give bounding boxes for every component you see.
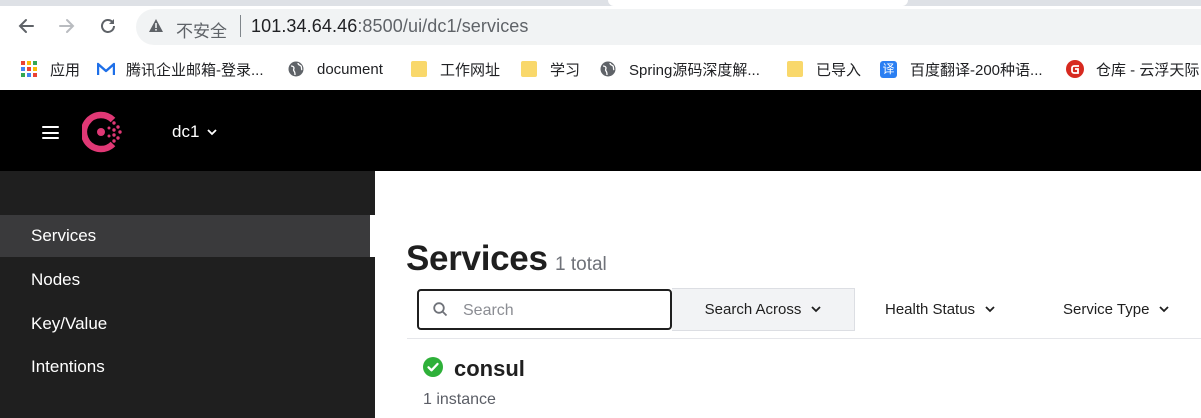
apps-grid-icon bbox=[21, 61, 37, 77]
sidebar-item-label: Nodes bbox=[31, 270, 81, 289]
forward-arrow-icon bbox=[59, 19, 75, 33]
globe-icon bbox=[600, 61, 616, 77]
search-across-label: Search Across bbox=[704, 301, 802, 318]
menu-icon[interactable] bbox=[42, 126, 59, 139]
bookmark-folder-work[interactable]: 工作网址 bbox=[411, 58, 500, 80]
bookmark-label: 学习 bbox=[550, 61, 581, 79]
reload-button[interactable] bbox=[92, 10, 124, 42]
sidebar-item-label: Intentions bbox=[31, 357, 105, 376]
service-name-link[interactable]: consul bbox=[454, 356, 525, 382]
globe-icon bbox=[288, 61, 304, 77]
bookmark-folder-study[interactable]: 学习 bbox=[521, 58, 580, 80]
divider bbox=[407, 338, 1201, 339]
reload-icon bbox=[101, 19, 115, 33]
insecure-label[interactable]: 不安全 bbox=[176, 17, 227, 42]
gitee-icon bbox=[1066, 60, 1084, 78]
back-arrow-icon bbox=[18, 19, 34, 33]
sidebar-item-services[interactable]: Services bbox=[0, 215, 370, 257]
sidebar: Services Nodes Key/Value Intentions bbox=[0, 171, 375, 418]
bookmark-label: 腾讯企业邮箱-登录... bbox=[126, 61, 264, 79]
chevron-down-icon bbox=[207, 128, 218, 135]
browser-toolbar: 不安全 101.34.64.46:8500/ui/dc1/services bbox=[0, 6, 1201, 46]
service-count: 1 total bbox=[555, 254, 607, 275]
filter-bar: Search Across Health Status Service Type bbox=[417, 288, 1201, 338]
url-path: :8500/ui/dc1/services bbox=[357, 16, 529, 36]
sidebar-item-nodes[interactable]: Nodes bbox=[0, 259, 370, 301]
main-content: Services 1 total Search Across Health St… bbox=[375, 171, 1201, 418]
folder-icon bbox=[521, 61, 537, 77]
url-host: 101.34.64.46 bbox=[251, 16, 358, 36]
bookmark-label: 应用 bbox=[50, 61, 81, 79]
url-text[interactable]: 101.34.64.46:8500/ui/dc1/services bbox=[251, 16, 529, 37]
sidebar-item-key-value[interactable]: Key/Value bbox=[0, 303, 370, 345]
chevron-down-icon bbox=[811, 306, 821, 313]
folder-icon bbox=[787, 61, 803, 77]
bookmark-label: 已导入 bbox=[816, 61, 862, 79]
folder-icon bbox=[411, 61, 427, 77]
address-bar[interactable]: 不安全 101.34.64.46:8500/ui/dc1/services bbox=[136, 9, 1201, 45]
bookmark-label: 百度翻译-200种语... bbox=[910, 61, 1043, 79]
bookmark-document[interactable]: document bbox=[288, 58, 383, 80]
bookmark-apps[interactable]: 应用 bbox=[21, 58, 80, 80]
mail-icon bbox=[97, 62, 115, 75]
search-icon bbox=[433, 302, 448, 317]
bookmarks-bar: 应用 腾讯企业邮箱-登录... document 工作网址 学习 Spring源… bbox=[0, 46, 1201, 90]
datacenter-label: dc1 bbox=[172, 122, 200, 141]
search-box[interactable] bbox=[417, 289, 672, 330]
health-status-dropdown[interactable]: Health Status bbox=[885, 288, 995, 331]
consul-logo-icon[interactable] bbox=[82, 111, 124, 153]
instance-count: 1 instance bbox=[423, 391, 496, 408]
page-title: Services bbox=[406, 239, 548, 278]
bookmark-gitee[interactable]: 仓库 - 云浮天际 bbox=[1066, 58, 1199, 80]
service-type-label: Service Type bbox=[1063, 301, 1150, 318]
omnibox-divider bbox=[240, 15, 241, 37]
bookmark-label: Spring源码深度解... bbox=[629, 61, 760, 79]
bookmark-tencent-mail[interactable]: 腾讯企业邮箱-登录... bbox=[97, 58, 264, 80]
forward-button[interactable] bbox=[51, 10, 83, 42]
search-input[interactable] bbox=[461, 299, 665, 323]
sidebar-item-intentions[interactable]: Intentions bbox=[0, 346, 370, 388]
chevron-down-icon bbox=[985, 306, 995, 313]
back-button[interactable] bbox=[10, 10, 42, 42]
bookmark-label: 工作网址 bbox=[440, 61, 501, 79]
check-circle-icon bbox=[423, 357, 443, 377]
warning-icon[interactable] bbox=[148, 18, 164, 33]
sidebar-item-label: Services bbox=[31, 226, 97, 245]
chevron-down-icon bbox=[1159, 306, 1170, 313]
search-across-dropdown[interactable]: Search Across bbox=[672, 288, 855, 331]
bookmark-label: document bbox=[317, 60, 383, 78]
bookmark-spring[interactable]: Spring源码深度解... bbox=[600, 58, 760, 80]
health-status-label: Health Status bbox=[885, 301, 976, 318]
bookmark-folder-imported[interactable]: 已导入 bbox=[787, 58, 861, 80]
bookmark-label: 仓库 - 云浮天际 bbox=[1096, 61, 1200, 79]
sidebar-item-label: Key/Value bbox=[31, 314, 108, 333]
app-header: dc1 bbox=[0, 90, 1201, 171]
bookmark-baidu-translate[interactable]: 译 百度翻译-200种语... bbox=[880, 58, 1043, 80]
translate-icon: 译 bbox=[880, 60, 897, 78]
datacenter-dropdown[interactable]: dc1 bbox=[172, 122, 218, 142]
service-type-dropdown[interactable]: Service Type bbox=[1063, 288, 1170, 331]
